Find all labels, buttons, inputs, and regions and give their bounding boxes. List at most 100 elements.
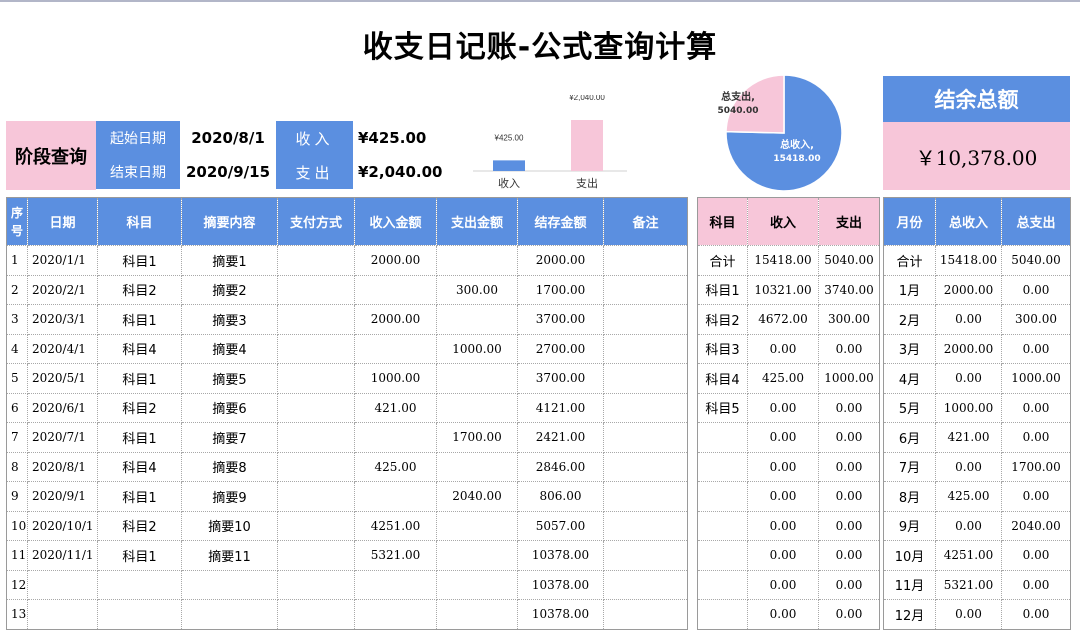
table-cell[interactable]: 425.00: [747, 363, 819, 394]
table-cell[interactable]: 摘要2: [181, 274, 278, 305]
table-cell[interactable]: [603, 245, 688, 276]
table-cell[interactable]: 2020/11/1: [27, 540, 98, 571]
table-cell[interactable]: 421.00: [935, 422, 1002, 453]
table-cell[interactable]: 1700.00: [1001, 451, 1071, 482]
table-cell[interactable]: 421.00: [354, 392, 437, 423]
table-cell[interactable]: 0.00: [747, 599, 819, 630]
table-cell[interactable]: 摘要9: [181, 481, 278, 512]
table-cell[interactable]: 0.00: [1001, 274, 1071, 305]
table-cell[interactable]: 10378.00: [517, 540, 604, 571]
table-cell[interactable]: [27, 569, 98, 600]
table-cell[interactable]: 0.00: [1001, 481, 1071, 512]
table-cell[interactable]: [354, 481, 437, 512]
table-cell[interactable]: 1000.00: [818, 363, 880, 394]
table-cell[interactable]: 2000.00: [935, 274, 1002, 305]
table-cell[interactable]: 0.00: [818, 333, 880, 364]
table-cell[interactable]: 0.00: [818, 392, 880, 423]
table-cell[interactable]: 11: [6, 540, 28, 571]
table-cell[interactable]: [436, 540, 518, 571]
table-cell[interactable]: [277, 333, 355, 364]
table-cell[interactable]: 0.00: [818, 510, 880, 541]
table-cell[interactable]: [277, 422, 355, 453]
table-cell[interactable]: 合计: [883, 245, 936, 276]
table-cell[interactable]: [181, 569, 278, 600]
table-cell[interactable]: [27, 599, 98, 630]
table-cell[interactable]: 0.00: [1001, 569, 1071, 600]
table-cell[interactable]: 2020/9/1: [27, 481, 98, 512]
table-cell[interactable]: 0.00: [935, 363, 1002, 394]
table-cell[interactable]: [697, 599, 748, 630]
table-cell[interactable]: 3700.00: [517, 304, 604, 335]
table-cell[interactable]: 9: [6, 481, 28, 512]
table-cell[interactable]: 10378.00: [517, 599, 604, 630]
table-cell[interactable]: 2846.00: [517, 451, 604, 482]
table-cell[interactable]: [603, 510, 688, 541]
table-cell[interactable]: 0.00: [1001, 333, 1071, 364]
table-cell[interactable]: 2月: [883, 304, 936, 335]
table-cell[interactable]: 10378.00: [517, 569, 604, 600]
table-cell[interactable]: 摘要7: [181, 422, 278, 453]
table-cell[interactable]: 5040.00: [818, 245, 880, 276]
table-cell[interactable]: 8月: [883, 481, 936, 512]
table-cell[interactable]: 0.00: [747, 333, 819, 364]
table-cell[interactable]: 11月: [883, 569, 936, 600]
table-cell[interactable]: [277, 392, 355, 423]
table-cell[interactable]: [277, 304, 355, 335]
table-cell[interactable]: 科目3: [697, 333, 748, 364]
table-cell[interactable]: [697, 481, 748, 512]
table-cell[interactable]: [436, 392, 518, 423]
table-cell[interactable]: [603, 569, 688, 600]
table-cell[interactable]: 10月: [883, 540, 936, 571]
table-cell[interactable]: [603, 451, 688, 482]
table-cell[interactable]: 摘要4: [181, 333, 278, 364]
table-cell[interactable]: 10321.00: [747, 274, 819, 305]
table-cell[interactable]: [436, 451, 518, 482]
table-cell[interactable]: 2040.00: [1001, 510, 1071, 541]
table-cell[interactable]: 2700.00: [517, 333, 604, 364]
table-cell[interactable]: 1月: [883, 274, 936, 305]
table-cell[interactable]: 科目1: [97, 304, 182, 335]
table-cell[interactable]: 15418.00: [747, 245, 819, 276]
table-cell[interactable]: 科目5: [697, 392, 748, 423]
table-cell[interactable]: [603, 333, 688, 364]
table-cell[interactable]: 5: [6, 363, 28, 394]
table-cell[interactable]: [97, 569, 182, 600]
table-cell[interactable]: [354, 599, 437, 630]
table-cell[interactable]: 1000.00: [354, 363, 437, 394]
table-cell[interactable]: [697, 569, 748, 600]
table-cell[interactable]: [436, 304, 518, 335]
table-cell[interactable]: 2020/6/1: [27, 392, 98, 423]
table-cell[interactable]: 2421.00: [517, 422, 604, 453]
table-cell[interactable]: [277, 363, 355, 394]
table-cell[interactable]: 科目1: [97, 245, 182, 276]
table-cell[interactable]: [277, 510, 355, 541]
table-cell[interactable]: [277, 274, 355, 305]
table-cell[interactable]: 科目1: [97, 540, 182, 571]
table-cell[interactable]: 806.00: [517, 481, 604, 512]
table-cell[interactable]: 科目2: [97, 392, 182, 423]
table-cell[interactable]: 0.00: [818, 422, 880, 453]
table-cell[interactable]: 425.00: [354, 451, 437, 482]
table-cell[interactable]: 1: [6, 245, 28, 276]
table-cell[interactable]: [603, 422, 688, 453]
table-cell[interactable]: 0.00: [818, 599, 880, 630]
table-cell[interactable]: 5321.00: [354, 540, 437, 571]
table-cell[interactable]: [603, 363, 688, 394]
table-cell[interactable]: 1700.00: [436, 422, 518, 453]
table-cell[interactable]: [277, 569, 355, 600]
table-cell[interactable]: [354, 333, 437, 364]
table-cell[interactable]: 15418.00: [935, 245, 1002, 276]
table-cell[interactable]: 科目4: [97, 451, 182, 482]
table-cell[interactable]: 5040.00: [1001, 245, 1071, 276]
table-cell[interactable]: 0.00: [935, 510, 1002, 541]
table-cell[interactable]: 科目4: [697, 363, 748, 394]
table-cell[interactable]: [277, 540, 355, 571]
table-cell[interactable]: [436, 599, 518, 630]
table-cell[interactable]: 12月: [883, 599, 936, 630]
table-cell[interactable]: 7: [6, 422, 28, 453]
table-cell[interactable]: 5月: [883, 392, 936, 423]
table-cell[interactable]: 科目1: [97, 422, 182, 453]
table-cell[interactable]: 3700.00: [517, 363, 604, 394]
table-cell[interactable]: 0.00: [818, 481, 880, 512]
table-cell[interactable]: 2: [6, 274, 28, 305]
